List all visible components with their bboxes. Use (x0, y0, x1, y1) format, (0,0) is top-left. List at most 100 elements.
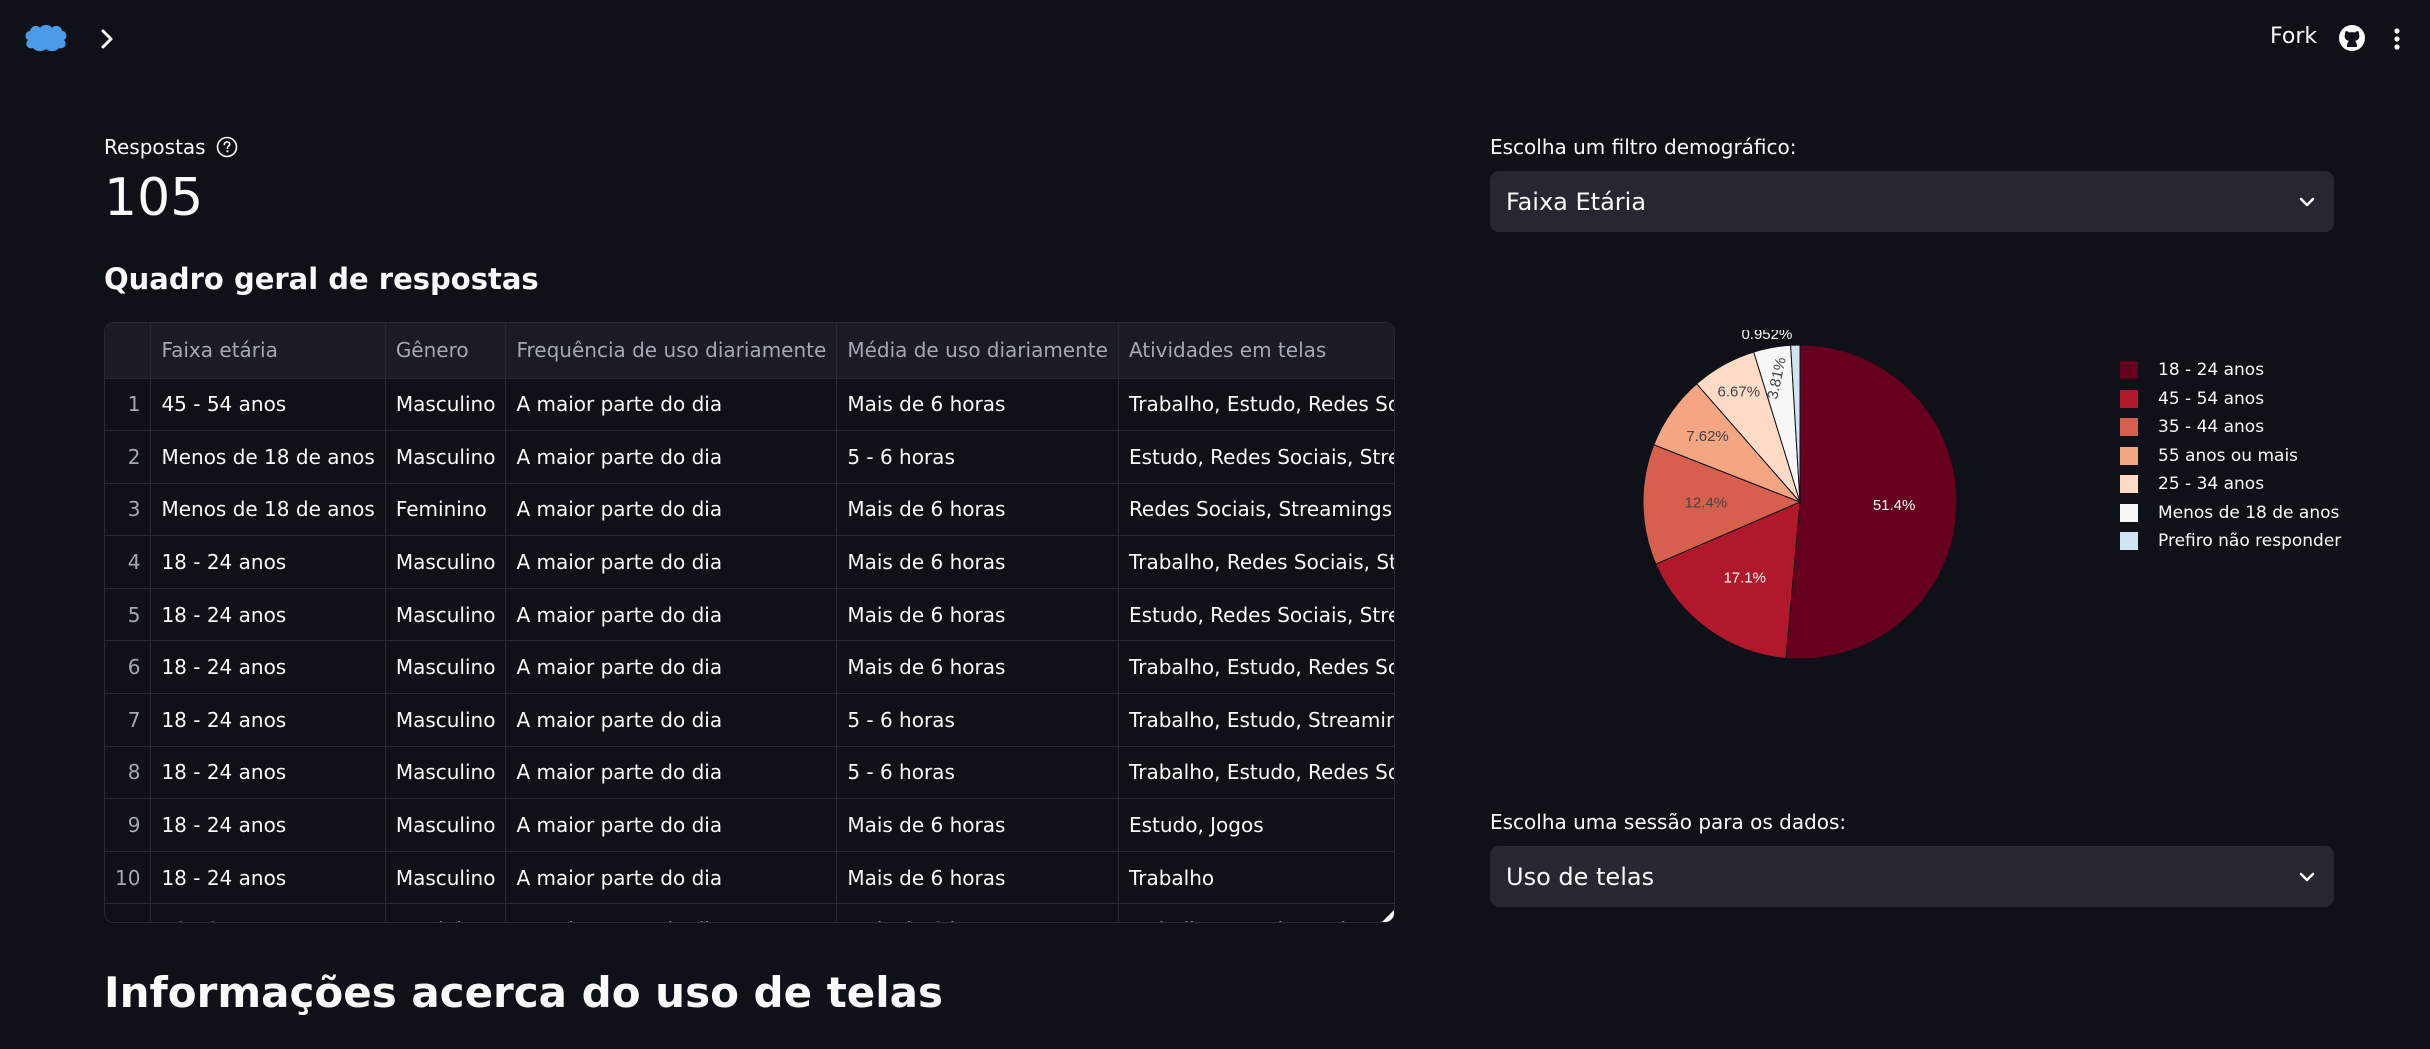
table-cell[interactable]: Trabalho, Redes Sociais, Streamings (e (1118, 535, 1394, 589)
table-cell[interactable]: Feminino (385, 483, 507, 537)
table-cell[interactable]: Trabalho (1118, 851, 1394, 905)
table-cell[interactable]: 5 - 6 horas (836, 746, 1119, 800)
table-cell[interactable]: Mais de 6 horas (836, 535, 1119, 589)
table-row[interactable]: 9 18 - 24 anos Masculino A maior parte do d… (105, 798, 1394, 852)
table-cell[interactable]: Masculino (385, 746, 507, 800)
table-cell[interactable]: 18 - 24 anos (150, 640, 386, 695)
row-index[interactable]: 6 (105, 640, 152, 695)
table-row[interactable]: 5 18 - 24 anos Masculino A maior parte do d… (105, 588, 1394, 642)
row-index[interactable]: 10 (105, 851, 152, 905)
table-cell[interactable]: Estudo, Redes Sociais, Streamings (ex: (1118, 430, 1394, 484)
table-cell[interactable]: Masculino (385, 693, 507, 747)
table-cell[interactable]: A maior parte do dia (505, 430, 838, 484)
legend-item[interactable]: 35 - 44 anos (2120, 413, 2341, 442)
data-grid[interactable]: Faixa etária Gênero Frequência de uso di… (104, 322, 1395, 923)
table-cell[interactable]: Redes Sociais, Streamings (ex: Netflix, (1118, 483, 1394, 537)
table-cell[interactable]: Trabalho, Estudo, Redes Sociais, Strean (1118, 640, 1394, 695)
table-row[interactable]: 10 18 - 24 anos Masculino A maior parte do … (105, 851, 1394, 905)
table-cell[interactable]: 18 - 24 anos (150, 903, 386, 922)
row-index[interactable]: 9 (105, 798, 152, 852)
table-cell[interactable]: 18 - 24 anos (150, 693, 386, 747)
table-cell[interactable]: 5 - 6 horas (836, 430, 1119, 484)
table-cell[interactable]: Mais de 6 horas (836, 903, 1119, 922)
table-cell[interactable]: 18 - 24 anos (150, 798, 386, 852)
table-cell[interactable]: Masculino (385, 430, 507, 484)
table-cell[interactable]: A maior parte do dia (505, 535, 838, 589)
table-cell[interactable]: Mais de 6 horas (836, 851, 1119, 905)
column-header-genero[interactable]: Gênero (385, 323, 507, 379)
table-cell[interactable]: A maior parte do dia (505, 746, 838, 800)
legend-item[interactable]: Prefiro não responder (2120, 527, 2341, 556)
help-icon[interactable] (216, 136, 238, 158)
kebab-menu-icon[interactable] (2390, 24, 2404, 54)
legend-item[interactable]: 25 - 34 anos (2120, 470, 2341, 499)
row-index[interactable]: 4 (105, 535, 152, 589)
table-cell[interactable]: Feminino (385, 903, 507, 922)
table-cell[interactable]: 5 - 6 horas (836, 693, 1119, 747)
row-index[interactable]: 7 (105, 693, 152, 747)
filter-select[interactable]: Faixa Etária (1490, 171, 2334, 232)
table-cell[interactable]: Mais de 6 horas (836, 798, 1119, 852)
column-header-faixa-etaria[interactable]: Faixa etária (150, 323, 386, 379)
chevron-right-icon[interactable] (96, 24, 120, 54)
table-cell[interactable]: A maior parte do dia (505, 483, 838, 537)
table-cell[interactable]: Masculino (385, 588, 507, 642)
table-cell[interactable]: 45 - 54 anos (150, 378, 386, 432)
table-cell[interactable]: Trabalho, Estudo, Redes Sociais, Strean (1118, 746, 1394, 800)
table-cell[interactable]: Menos de 18 de anos (150, 430, 386, 484)
table-cell[interactable]: 18 - 24 anos (150, 851, 386, 905)
row-index[interactable]: 8 (105, 746, 152, 800)
table-cell[interactable]: A maior parte do dia (505, 903, 838, 922)
table-cell[interactable]: Trabalho, Estudo, Redes Sociais, Strean (1118, 378, 1394, 432)
table-row[interactable]: 1 45 - 54 anos Masculino A maior parte do d… (105, 378, 1394, 432)
fork-button[interactable]: Fork (2270, 24, 2317, 49)
table-cell[interactable]: Masculino (385, 378, 507, 432)
legend-item[interactable]: 18 - 24 anos (2120, 356, 2341, 385)
table-cell[interactable]: 18 - 24 anos (150, 746, 386, 800)
table-row[interactable]: 4 18 - 24 anos Masculino A maior parte do d… (105, 535, 1394, 589)
column-header-atividades[interactable]: Atividades em telas (1118, 323, 1394, 379)
row-index[interactable]: 3 (105, 483, 152, 537)
legend-item[interactable]: 55 anos ou mais (2120, 442, 2341, 471)
row-index[interactable]: 2 (105, 430, 152, 484)
legend-item[interactable]: 45 - 54 anos (2120, 385, 2341, 414)
table-row[interactable]: 7 18 - 24 anos Masculino A maior parte do d… (105, 693, 1394, 747)
table-cell[interactable]: Mais de 6 horas (836, 483, 1119, 537)
table-cell[interactable]: A maior parte do dia (505, 640, 838, 695)
table-cell[interactable]: Masculino (385, 535, 507, 589)
column-header-frequencia[interactable]: Frequência de uso diariamente (505, 323, 838, 379)
row-index[interactable]: 5 (105, 588, 152, 642)
table-cell[interactable]: Mais de 6 horas (836, 378, 1119, 432)
table-cell[interactable]: Trabalho, Estudo, Streamings (ex: Netf (1118, 693, 1394, 747)
row-index[interactable]: 1 (105, 378, 152, 432)
table-cell[interactable]: 18 - 24 anos (150, 588, 386, 642)
table-cell[interactable]: Trabalho, Estudo, Redes Sociais, Strean (1118, 903, 1394, 922)
table-cell[interactable]: Masculino (385, 851, 507, 905)
table-row[interactable]: 3 Menos de 18 de anos Feminino A maior part… (105, 483, 1394, 537)
github-icon[interactable] (2338, 24, 2366, 52)
grid-resize-handle[interactable] (1382, 910, 1394, 922)
table-row[interactable]: 8 18 - 24 anos Masculino A maior parte do d… (105, 746, 1394, 800)
table-cell[interactable]: A maior parte do dia (505, 378, 838, 432)
table-cell[interactable]: Masculino (385, 798, 507, 852)
table-cell[interactable]: Menos de 18 de anos (150, 483, 386, 537)
column-header-index[interactable] (105, 323, 152, 379)
table-row[interactable]: 1118 - 24 anosFemininoA maior parte do d… (105, 903, 1394, 922)
legend-item[interactable]: Menos de 18 de anos (2120, 499, 2341, 528)
table-cell[interactable]: Masculino (385, 640, 507, 695)
table-cell[interactable]: A maior parte do dia (505, 588, 838, 642)
table-cell[interactable]: Estudo, Redes Sociais, Streamings (ex: (1118, 588, 1394, 642)
table-cell[interactable]: Estudo, Jogos (1118, 798, 1394, 852)
table-cell[interactable]: Mais de 6 horas (836, 588, 1119, 642)
table-row[interactable]: 2 Menos de 18 de anos Masculino A maior par… (105, 430, 1394, 484)
table-cell[interactable]: A maior parte do dia (505, 851, 838, 905)
column-header-media[interactable]: Média de uso diariamente (836, 323, 1119, 379)
table-row[interactable]: 6 18 - 24 anos Masculino A maior parte do d… (105, 640, 1394, 695)
session-select[interactable]: Uso de telas (1490, 846, 2334, 907)
table-cell[interactable]: A maior parte do dia (505, 798, 838, 852)
table-cell[interactable]: Mais de 6 horas (836, 640, 1119, 695)
pie-slice[interactable] (1785, 344, 1958, 660)
row-index[interactable]: 11 (105, 903, 152, 922)
table-cell[interactable]: A maior parte do dia (505, 693, 838, 747)
table-cell[interactable]: 18 - 24 anos (150, 535, 386, 589)
